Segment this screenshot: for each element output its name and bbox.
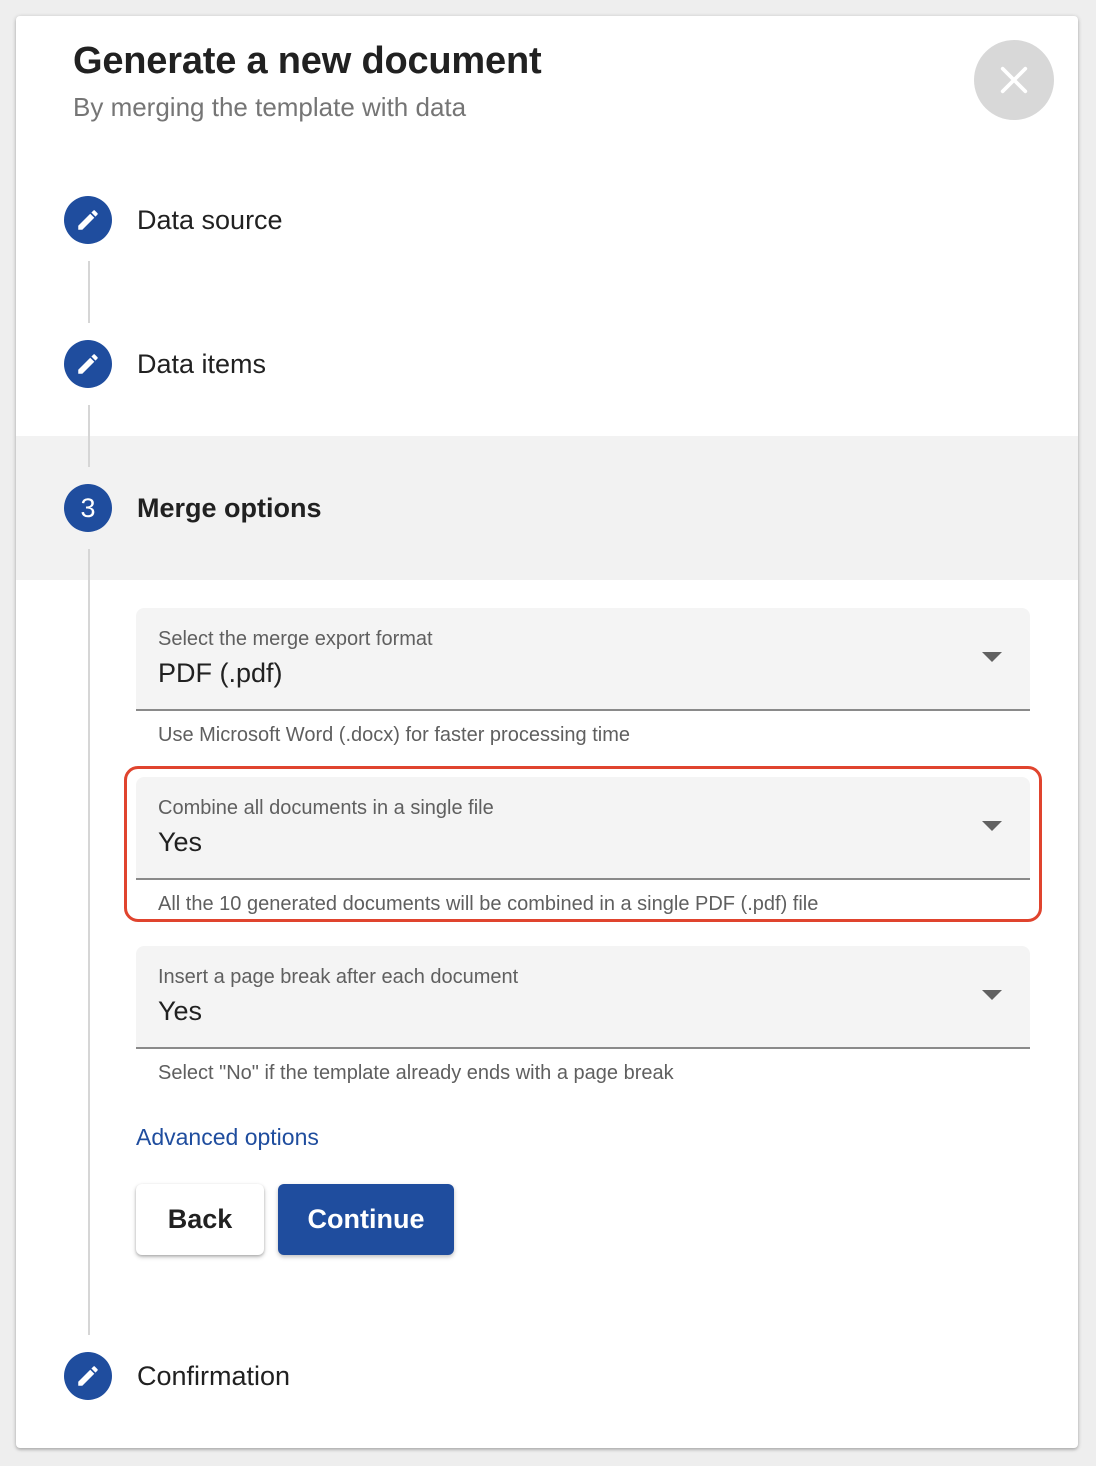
step-label: Merge options [137,492,322,523]
field-label: Select the merge export format [158,628,433,650]
page-break-hint: Select "No" if the template already ends… [158,1062,674,1084]
step-completed-badge [64,340,112,388]
field-value: PDF (.pdf) [158,658,283,688]
continue-button[interactable]: Continue [278,1184,454,1255]
dropdown-arrow-icon [982,990,1002,1000]
pencil-icon [78,1366,98,1386]
step-confirmation[interactable]: Confirmation [64,1350,290,1402]
combine-documents-hint: All the 10 generated documents will be c… [158,893,819,915]
step-label: Confirmation [137,1360,291,1391]
step-data-items[interactable]: Data items [64,338,266,390]
pencil-icon [78,354,98,374]
stepper-connector [88,549,90,1335]
pencil-icon [78,210,98,230]
step-completed-badge [64,196,112,244]
dropdown-arrow-icon [982,821,1002,831]
step-completed-badge [64,1352,112,1400]
back-button[interactable]: Back [136,1184,264,1255]
dialog-title: Generate a new document [73,40,542,82]
step-label: Data source [137,204,283,235]
page-break-select[interactable]: Insert a page break after each document … [136,946,1030,1049]
step-label: Data items [137,348,267,379]
close-icon [1000,66,1028,94]
step-merge-options[interactable]: 3 Merge options [64,482,322,534]
step-data-source[interactable]: Data source [64,194,283,246]
advanced-options-link[interactable]: Advanced options [136,1124,319,1151]
field-label: Insert a page break after each document [158,966,519,988]
step-number-badge: 3 [64,484,112,532]
field-value: Yes [158,827,203,857]
export-format-select[interactable]: Select the merge export format PDF (.pdf… [136,608,1030,711]
combine-documents-select[interactable]: Combine all documents in a single file Y… [136,777,1030,880]
dialog-subtitle: By merging the template with data [73,92,467,122]
close-button[interactable] [974,40,1054,120]
stepper-connector [88,261,90,323]
dropdown-arrow-icon [982,652,1002,662]
generate-document-dialog: Generate a new document By merging the t… [16,16,1078,1448]
field-value: Yes [158,996,203,1026]
stepper-connector [88,405,90,467]
export-format-hint: Use Microsoft Word (.docx) for faster pr… [158,724,630,746]
field-label: Combine all documents in a single file [158,797,494,819]
